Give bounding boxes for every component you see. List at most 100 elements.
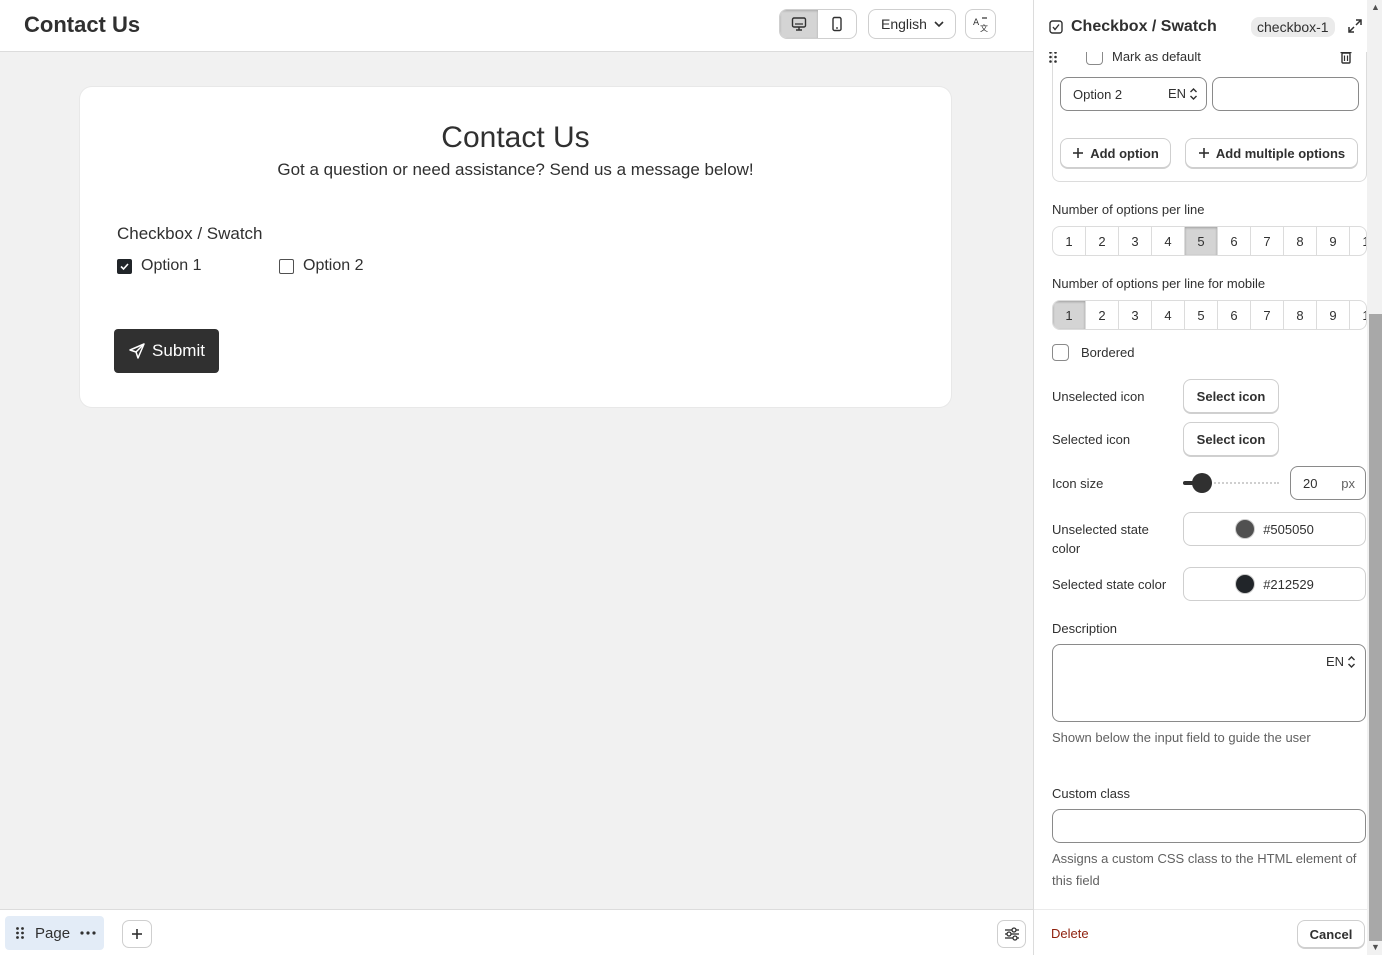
scroll-down-icon[interactable]: ▼ bbox=[1371, 942, 1380, 952]
count-option[interactable]: 5 bbox=[1185, 227, 1218, 255]
language-select[interactable]: English bbox=[868, 9, 956, 39]
add-page-button[interactable] bbox=[122, 920, 152, 948]
mobile-view-button[interactable] bbox=[818, 10, 856, 38]
panel-scrollbar[interactable]: ▲ ▼ bbox=[1367, 0, 1382, 955]
count-option[interactable]: 6 bbox=[1218, 301, 1251, 329]
color-swatch bbox=[1235, 574, 1256, 594]
page-title: Contact Us bbox=[24, 12, 141, 37]
more-icon[interactable] bbox=[80, 931, 96, 935]
form-title: Contact Us bbox=[441, 121, 590, 154]
add-option-button[interactable]: Add option bbox=[1060, 138, 1171, 168]
count-option[interactable]: 2 bbox=[1086, 227, 1119, 255]
checkbox-checked-icon bbox=[117, 258, 132, 274]
desktop-view-button[interactable] bbox=[780, 10, 818, 38]
checkbox-unchecked-icon bbox=[279, 258, 294, 274]
chevron-updown-icon bbox=[1348, 655, 1355, 668]
editor-canvas: Contact Us Got a question or need assist… bbox=[0, 53, 1033, 909]
option-2-checkbox[interactable]: Option 2 bbox=[279, 257, 363, 275]
option-1-checkbox[interactable]: Option 1 bbox=[117, 257, 201, 275]
checkbox-icon bbox=[1049, 20, 1063, 34]
count-option[interactable]: 8 bbox=[1284, 301, 1317, 329]
cancel-button[interactable]: Cancel bbox=[1297, 920, 1365, 948]
options-per-line-label: Number of options per line bbox=[1052, 202, 1205, 217]
field-settings-panel: Mark as default Option 2 EN Add option A… bbox=[1033, 0, 1382, 955]
count-option[interactable]: 7 bbox=[1251, 301, 1284, 329]
language-picker[interactable]: EN bbox=[1168, 86, 1198, 101]
desktop-icon bbox=[791, 17, 807, 31]
count-option[interactable]: 1 bbox=[1053, 227, 1086, 255]
plus-icon bbox=[132, 929, 142, 939]
icon-size-slider[interactable] bbox=[1183, 472, 1279, 494]
svg-text:文: 文 bbox=[980, 23, 988, 32]
language-picker[interactable]: EN bbox=[1326, 654, 1356, 669]
option-label-input[interactable]: Option 2 EN bbox=[1060, 77, 1207, 111]
option-value-input[interactable] bbox=[1212, 77, 1359, 111]
add-option-label: Add option bbox=[1090, 145, 1159, 161]
description-textarea[interactable]: EN bbox=[1052, 644, 1366, 722]
selected-color-picker[interactable]: #212529 bbox=[1183, 567, 1366, 601]
translate-button[interactable]: A文 bbox=[965, 9, 996, 39]
page-chip-label: Page bbox=[35, 924, 71, 942]
option-1-label: Option 1 bbox=[141, 257, 202, 274]
panel-footer: Delete Cancel bbox=[1034, 909, 1367, 955]
unselected-icon-label: Unselected icon bbox=[1052, 389, 1145, 404]
count-option[interactable]: 4 bbox=[1152, 227, 1185, 255]
unselected-color-value: #505050 bbox=[1263, 521, 1314, 537]
field-id-badge: checkbox-1 bbox=[1251, 17, 1335, 37]
panel-header: Checkbox / Swatch checkbox-1 bbox=[1034, 0, 1367, 52]
count-option[interactable]: 8 bbox=[1284, 227, 1317, 255]
plus-icon bbox=[1198, 148, 1209, 158]
language-code: EN bbox=[1325, 654, 1344, 669]
chevron-down-icon bbox=[934, 21, 944, 28]
settings-button[interactable] bbox=[997, 920, 1026, 948]
bottom-bar: Page bbox=[0, 909, 1033, 955]
count-option[interactable]: 9 bbox=[1317, 227, 1350, 255]
sliders-icon bbox=[1004, 927, 1019, 941]
custom-class-input[interactable] bbox=[1052, 809, 1366, 843]
count-option[interactable]: 5 bbox=[1185, 301, 1218, 329]
expand-icon[interactable] bbox=[1347, 18, 1363, 34]
drag-handle-icon[interactable] bbox=[1048, 50, 1058, 64]
icon-size-unit: px bbox=[1341, 475, 1355, 491]
count-option[interactable]: 1 bbox=[1053, 301, 1086, 329]
count-option[interactable]: 2 bbox=[1086, 301, 1119, 329]
translate-icon: A文 bbox=[973, 17, 988, 32]
add-multiple-options-button[interactable]: Add multiple options bbox=[1185, 138, 1358, 168]
drag-handle-icon bbox=[16, 927, 24, 939]
count-option[interactable]: 4 bbox=[1152, 301, 1185, 329]
count-option[interactable]: 7 bbox=[1251, 227, 1284, 255]
select-icon-label: Select icon bbox=[1196, 388, 1266, 404]
option-label-value: Option 2 bbox=[1073, 86, 1123, 102]
count-option[interactable]: 3 bbox=[1119, 301, 1152, 329]
select-unselected-icon-button[interactable]: Select icon bbox=[1183, 379, 1279, 413]
form-subtitle: Got a question or need assistance? Send … bbox=[277, 160, 754, 179]
icon-size-label: Icon size bbox=[1052, 476, 1104, 491]
select-selected-icon-button[interactable]: Select icon bbox=[1183, 422, 1279, 456]
count-option[interactable]: 9 bbox=[1317, 301, 1350, 329]
bordered-checkbox[interactable]: Bordered bbox=[1052, 344, 1134, 361]
count-option[interactable]: 1 bbox=[1350, 301, 1366, 329]
count-option[interactable]: 3 bbox=[1119, 227, 1152, 255]
option-2-label: Option 2 bbox=[303, 257, 364, 274]
options-per-line-mobile-selector: 1234567891 bbox=[1052, 300, 1367, 330]
mobile-icon bbox=[832, 16, 842, 32]
delete-button[interactable]: Delete bbox=[1051, 926, 1089, 941]
selected-icon-label: Selected icon bbox=[1052, 432, 1131, 447]
scroll-up-icon[interactable]: ▲ bbox=[1371, 2, 1380, 12]
unselected-color-picker[interactable]: #505050 bbox=[1183, 512, 1366, 546]
add-multiple-options-label: Add multiple options bbox=[1215, 145, 1346, 161]
slider-knob[interactable] bbox=[1192, 473, 1212, 493]
plus-icon bbox=[1073, 148, 1084, 158]
scroll-thumb[interactable] bbox=[1369, 314, 1382, 941]
language-value: English bbox=[881, 16, 927, 32]
selected-color-value: #212529 bbox=[1263, 576, 1314, 592]
custom-class-help-text: Assigns a custom CSS class to the HTML e… bbox=[1052, 851, 1357, 888]
count-option[interactable]: 1 bbox=[1350, 227, 1366, 255]
icon-size-input[interactable]: 20 px bbox=[1290, 466, 1366, 500]
count-option[interactable]: 6 bbox=[1218, 227, 1251, 255]
submit-button[interactable]: Submit bbox=[114, 329, 219, 373]
send-icon bbox=[129, 343, 145, 359]
page-chip[interactable]: Page bbox=[5, 916, 104, 950]
custom-class-label: Custom class bbox=[1052, 786, 1131, 801]
description-help-text: Shown below the input field to guide the… bbox=[1052, 730, 1311, 745]
